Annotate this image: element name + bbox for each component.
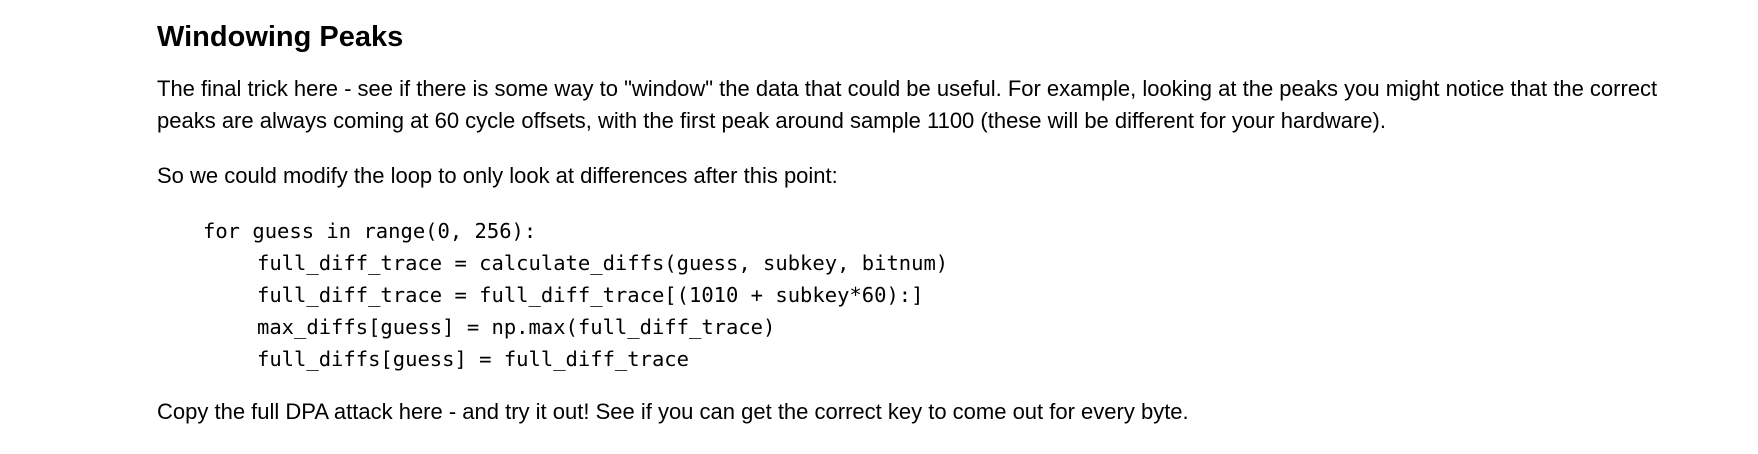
loop-paragraph: So we could modify the loop to only look… <box>157 163 838 188</box>
code-line-3: full_diff_trace = full_diff_trace[(1010 … <box>257 283 924 307</box>
code-line-1: for guess in range(0, 256): <box>203 219 537 243</box>
code-line-2: full_diff_trace = calculate_diffs(guess,… <box>257 251 949 275</box>
closing-paragraph: Copy the full DPA attack here - and try … <box>157 399 1189 424</box>
section-heading: Windowing Peaks <box>157 21 404 53</box>
intro-paragraph-line-1: The final trick here - see if there is s… <box>157 76 1658 101</box>
code-line-5: full_diffs[guess] = full_diff_trace <box>257 347 689 371</box>
code-line-4: max_diffs[guess] = np.max(full_diff_trac… <box>257 315 776 339</box>
intro-paragraph: The final trick here - see if there is s… <box>157 73 1657 137</box>
intro-paragraph-line-2: peaks are always coming at 60 cycle offs… <box>157 108 1386 133</box>
